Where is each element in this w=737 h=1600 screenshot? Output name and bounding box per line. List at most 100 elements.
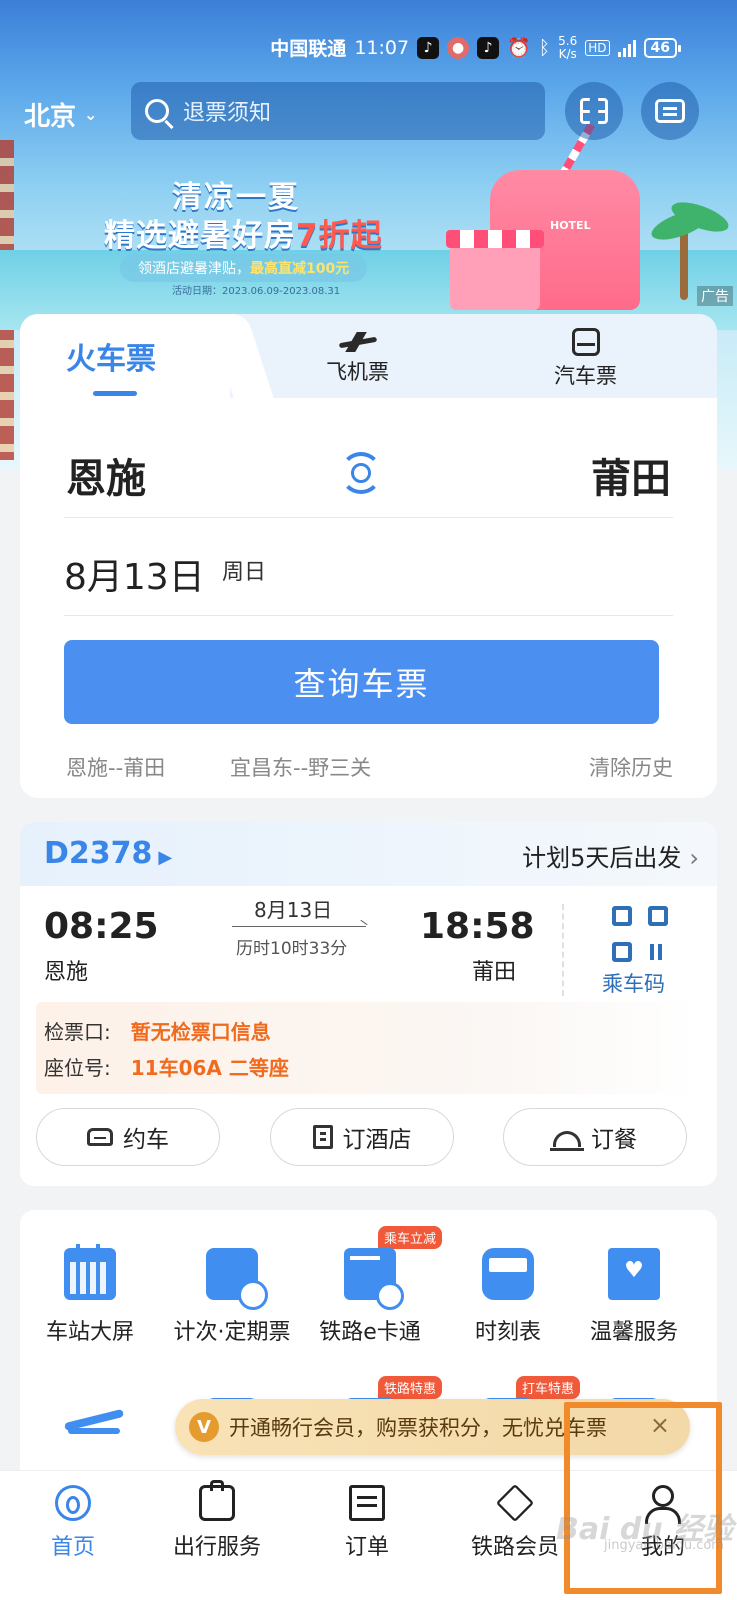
vip-badge-icon: V [189,1412,219,1442]
search-box[interactable]: 退票须知 [131,82,545,140]
car-icon [87,1128,113,1146]
nav-home[interactable]: 首页 [8,1485,138,1561]
arrive-time: 18:58 [420,906,535,947]
play-arrow-icon: ▶ [158,847,173,868]
to-station[interactable]: 莆田 [591,446,671,504]
qr-code-icon[interactable] [612,906,668,962]
hotel-icon [312,1125,333,1149]
swap-stations-button[interactable] [336,448,386,498]
ticket-card-icon [206,1248,268,1310]
banner-discount: 7折起 [296,218,383,254]
banner-subsidy-pill: 领酒店避暑津贴，最高直减100元 [120,254,368,282]
message-icon [655,99,685,123]
train-icon [482,1248,534,1300]
bus-icon [571,328,600,356]
trip-arrow [232,926,366,927]
service-station-screen[interactable]: 车站大屏 [20,1244,160,1346]
meal-bell-icon [550,1131,584,1151]
ride-code-button[interactable]: 乘车码 [602,968,665,998]
clear-history-button[interactable]: 清除历史 [589,752,673,782]
banner-title-line2: 精选避暑好房7折起 [104,218,383,254]
travel-date[interactable]: 8月13日 [64,548,205,600]
book-car-button[interactable]: 约车 [36,1108,220,1166]
tutorial-highlight-box [564,1402,722,1594]
gate-info: 检票口: 暂无检票口信息 [44,1020,271,1044]
service-timetable[interactable]: 时刻表 [438,1248,578,1346]
ad-label: 广告 [697,286,733,306]
travel-weekday: 周日 [222,560,267,585]
order-icon [349,1485,385,1521]
status-bar: 中国联通 11:07 ♪ ● ♪ ⏰ ᛒ 5.6 K/s HD 46 [270,33,682,61]
toast-text: 开通畅行会员，购票获积分，无忧兑车票 [229,1416,607,1440]
carrier-name: 中国联通 [270,38,347,60]
network-speed: 5.6 K/s [558,33,578,61]
tab-bus-label: 汽车票 [554,364,617,388]
train-number[interactable]: D2378 ▶ [44,836,172,871]
book-hotel-button[interactable]: 订酒店 [270,1108,454,1166]
ticket-type-tabs: 火车票 飞机票 汽车票 [20,314,717,398]
heart-icon [608,1248,660,1300]
hd-icon: HD [585,39,610,56]
calendar-icon [64,1244,116,1300]
divider [64,615,673,616]
luggage-icon [199,1480,235,1521]
shield-notify-icon: ● [447,36,470,59]
promo-tag: 打车特惠 [516,1376,581,1399]
order-meal-button[interactable]: 订餐 [503,1108,687,1166]
search-tickets-button[interactable]: 查询车票 [64,640,659,724]
clock: 11:07 [354,36,410,59]
history-item[interactable]: 宜昌东--野三关 [230,752,371,782]
tab-train[interactable]: 火车票 [66,334,156,378]
scan-icon [580,98,608,124]
service-care[interactable]: 温馨服务 [564,1248,704,1346]
city-selector[interactable]: 北京 ⌄ [24,96,97,133]
signal-icon [617,39,636,57]
service-ecard[interactable]: 乘车立减 铁路e卡通 [300,1226,443,1346]
trip-info-box: 检票口: 暂无检票口信息 座位号: 11车06A 二等座 [36,1002,700,1094]
depart-station: 恩施 [44,960,89,985]
depart-time: 08:25 [44,906,159,947]
seat-info: 座位号: 11车06A 二等座 [44,1056,289,1080]
tiktok-icon-2: ♪ [477,36,500,59]
chevron-right-icon: › [689,844,699,872]
chevron-down-icon: ⌄ [84,105,98,124]
home-icon [55,1485,91,1521]
search-placeholder: 退票须知 [183,101,272,126]
divider [64,517,673,518]
trip-date: 8月13日 [254,898,333,922]
tab-bus[interactable]: 汽车票 [554,328,617,390]
history-item[interactable]: 恩施--莆田 [66,752,165,782]
promo-tag: 乘车立减 [378,1226,443,1249]
diamond-icon [495,1483,535,1523]
service-pass-ticket[interactable]: 计次·定期票 [162,1248,302,1346]
tab-underline [93,391,137,396]
hotel-sign: HOTEL [550,220,591,232]
message-button[interactable] [641,82,699,140]
scan-button[interactable] [565,82,623,140]
from-station[interactable]: 恩施 [66,446,146,504]
ticket-search-card: 火车票 飞机票 汽车票 恩施 莆田 8月13日 周日 查询车票 恩施--莆田 宜… [20,314,717,798]
trip-header[interactable]: D2378 ▶ 计划5天后出发 › [20,822,717,886]
city-label: 北京 [24,102,77,132]
nav-orders[interactable]: 订单 [302,1485,432,1561]
trip-duration: 历时10时33分 [236,939,348,959]
airplane-icon [339,332,377,352]
departure-plan[interactable]: 计划5天后出发 › [522,838,699,873]
upcoming-trip-card[interactable]: D2378 ▶ 计划5天后出发 › 08:25 恩施 8月13日 历时10时33分 … [20,822,717,1186]
search-icon [145,99,169,123]
tab-plane[interactable]: 飞机票 [326,328,389,386]
tab-plane-label: 飞机票 [326,360,389,384]
bluetooth-icon: ᛒ [538,36,551,59]
tiktok-icon: ♪ [417,36,440,59]
divider [562,904,564,996]
nav-travel-services[interactable]: 出行服务 [152,1480,282,1561]
air-rail-icon [64,1398,120,1450]
battery-icon: 46 [643,37,682,58]
promo-tag: 铁路特惠 [378,1376,443,1399]
alarm-icon: ⏰ [507,37,531,59]
palm-tree-illustration [648,196,732,300]
ecard-icon [344,1248,404,1310]
banner-date-range: 活动日期：2023.06.09-2023.08.31 [172,286,341,297]
arrive-station: 莆田 [472,960,517,985]
watermark-url: jingyan.baidu.com [604,1538,724,1553]
